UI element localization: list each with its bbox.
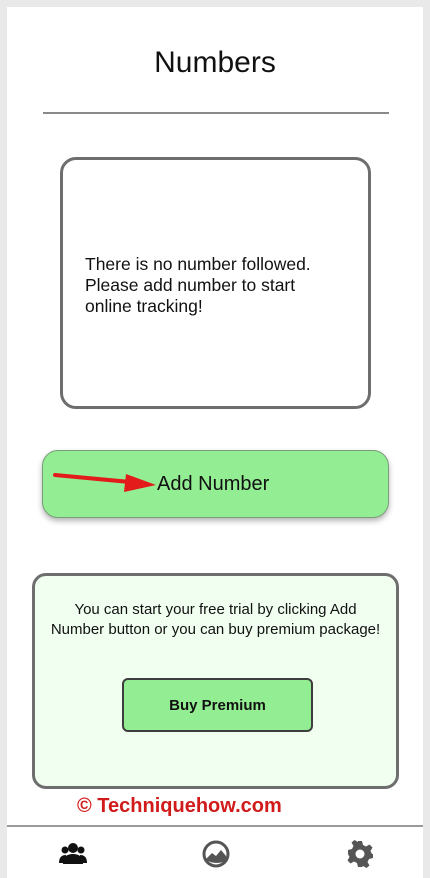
watermark-text: © Techniquehow.com — [77, 795, 282, 817]
settings-tab[interactable] — [345, 839, 375, 869]
gear-icon — [347, 840, 373, 868]
tracking-icon — [202, 840, 230, 868]
tracking-tab[interactable] — [201, 839, 231, 869]
users-tab[interactable] — [58, 839, 88, 869]
free-trial-card: You can start your free trial by clickin… — [32, 573, 399, 789]
app-screen: Numbers There is no number followed. Ple… — [0, 0, 430, 878]
screen-edge-left — [0, 0, 7, 878]
empty-numbers-card: There is no number followed. Please add … — [60, 157, 371, 409]
title-divider — [43, 112, 389, 114]
buy-premium-button[interactable]: Buy Premium — [122, 678, 313, 732]
screen-edge-top — [0, 0, 430, 7]
page-title: Numbers — [154, 46, 276, 79]
screen-edge-right — [423, 0, 430, 878]
empty-state-message: There is no number followed. Please add … — [85, 254, 311, 316]
bottom-navigation — [7, 825, 423, 878]
add-number-label: Add Number — [157, 473, 270, 495]
add-number-button[interactable]: Add Number — [42, 450, 389, 518]
buy-premium-label: Buy Premium — [169, 697, 266, 714]
users-icon — [59, 843, 87, 864]
free-trial-message: You can start your free trial by clickin… — [50, 601, 381, 638]
